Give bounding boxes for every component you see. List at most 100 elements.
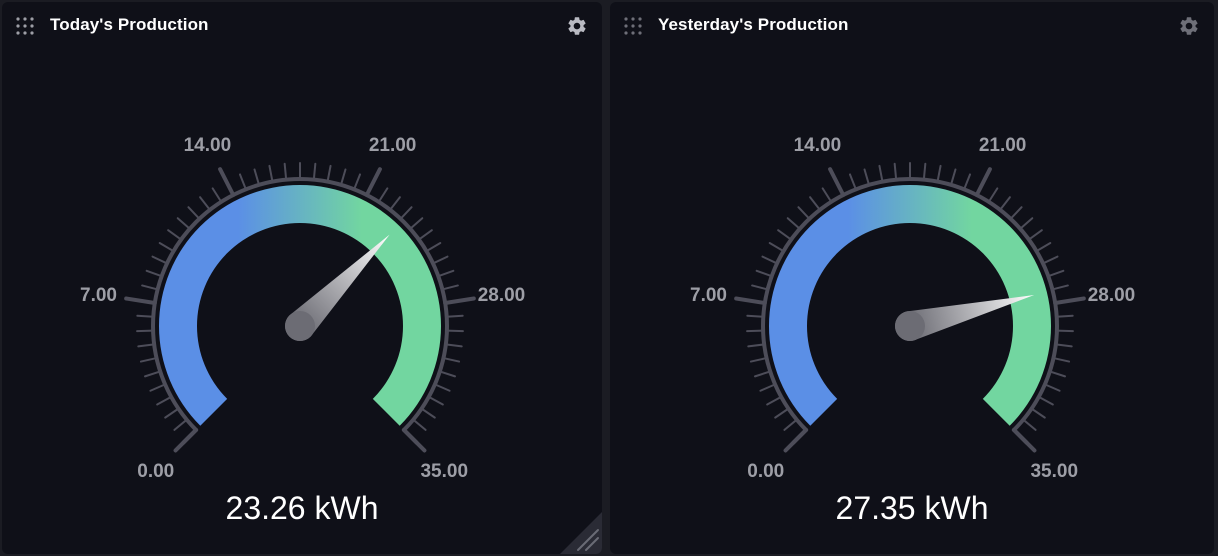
gauge-minor-tick <box>417 229 433 241</box>
gauge-scale-label: 0.00 <box>747 461 784 482</box>
gauge-minor-tick <box>848 173 857 191</box>
gauge-minor-tick <box>176 217 191 230</box>
gauge-minor-tick <box>936 164 942 183</box>
gauge-value: 23.26 kWh <box>225 490 379 526</box>
gauge-minor-tick <box>766 395 783 406</box>
gauge-minor-tick <box>187 206 201 220</box>
gauge-minor-tick <box>1027 229 1043 241</box>
gauge-minor-tick <box>821 187 833 203</box>
gauge-major-tick <box>124 296 157 306</box>
gauge: 0.00 7.00 14.00 21.00 28.00 35.00 <box>690 135 1136 482</box>
gauge-minor-tick <box>753 370 772 378</box>
gauge-minor-tick <box>151 255 168 265</box>
gauge-minor-tick <box>1051 284 1069 291</box>
gauge-scale-label: 28.00 <box>1088 285 1136 306</box>
gauge-scale-label: 21.00 <box>369 135 417 156</box>
gauge-minor-tick <box>1035 242 1052 253</box>
gauge-minor-tick <box>987 187 999 203</box>
gauge-minor-tick <box>158 242 175 253</box>
gauge-scale-label: 7.00 <box>690 285 727 306</box>
gauge-scale-label: 28.00 <box>478 285 526 306</box>
gauge-minor-tick <box>199 196 211 211</box>
gauge-minor-tick <box>156 395 173 406</box>
gauge-minor-tick <box>427 395 444 406</box>
gauge: 0.00 7.00 14.00 21.00 28.00 35.00 <box>80 135 526 482</box>
gauge-major-tick <box>974 167 992 198</box>
gauge-minor-tick <box>173 418 188 431</box>
gauge-minor-tick <box>145 269 163 278</box>
gauge-minor-tick <box>412 418 427 431</box>
gauge-minor-tick <box>751 284 769 291</box>
gauge-minor-tick <box>1043 383 1061 392</box>
gauge-scale-label: 7.00 <box>80 285 117 306</box>
gauge-minor-tick <box>768 242 785 253</box>
gauge-minor-tick <box>1042 255 1059 265</box>
gauge-scale-label: 14.00 <box>184 135 232 156</box>
gauge-minor-tick <box>432 255 449 265</box>
gauge-major-tick <box>364 167 382 198</box>
gauge-minor-tick <box>389 196 401 211</box>
gauge-minor-tick <box>238 173 247 191</box>
gauge-minor-tick <box>1054 343 1073 348</box>
gauge-minor-tick <box>399 206 413 220</box>
gauge-minor-tick <box>1048 370 1067 378</box>
resize-handle-icon[interactable] <box>556 508 602 554</box>
gauge-minor-tick <box>1030 407 1046 419</box>
gauge-minor-tick <box>761 255 778 265</box>
gauge-minor-tick <box>878 164 884 183</box>
panel-todays-production: Today's Production 0.00 7.00 14.00 21.00 28.… <box>2 2 602 554</box>
gauge-end-tick <box>1011 427 1029 445</box>
gauge-minor-tick <box>746 314 765 318</box>
gauge-minor-tick <box>441 284 459 291</box>
gauge-minor-tick <box>1019 217 1034 230</box>
gauge-minor-tick <box>1047 269 1065 278</box>
gauge-minor-tick <box>283 162 288 181</box>
gauge-end-tick <box>791 427 809 445</box>
gauge-minor-tick <box>312 162 317 181</box>
gauge-minor-tick <box>759 383 777 392</box>
gauge-minor-tick <box>139 357 158 363</box>
gauge-major-tick <box>734 296 767 306</box>
gauge-minor-tick <box>433 383 451 392</box>
gauge-major-tick <box>443 296 476 306</box>
gauge-scale-label: 21.00 <box>979 135 1027 156</box>
gauge-minor-tick <box>1052 357 1071 363</box>
gauge-major-tick <box>1053 296 1086 306</box>
gauge-minor-tick <box>963 173 972 191</box>
gauge-band <box>769 184 1051 426</box>
gauge-minor-tick <box>137 343 156 348</box>
gauge-value: 27.35 kWh <box>835 490 989 526</box>
gauge-minor-tick <box>777 229 793 241</box>
gauge-scale-label: 0.00 <box>137 461 174 482</box>
gauge-minor-tick <box>353 173 362 191</box>
gauge-minor-tick <box>164 407 180 419</box>
gauge-minor-tick <box>445 314 464 318</box>
panel-yesterdays-production: Yesterday's Production 0.00 7.00 14.00 21.0… <box>610 2 1214 554</box>
gauge-minor-tick <box>1037 395 1054 406</box>
gauge-minor-tick <box>774 407 790 419</box>
gauge-minor-tick <box>749 357 768 363</box>
gauge-minor-tick <box>211 187 223 203</box>
gauge-minor-tick <box>141 284 159 291</box>
gauge-minor-tick <box>786 217 801 230</box>
gauge-minor-tick <box>377 187 389 203</box>
gauge-minor-tick <box>437 269 455 278</box>
gauge-minor-tick <box>755 269 773 278</box>
gauge-minor-tick <box>444 343 463 348</box>
gauge-minor-tick <box>136 314 155 318</box>
gauge-minor-tick <box>922 162 927 181</box>
gauge-end-tick <box>401 427 419 445</box>
gauge-scale-label: 35.00 <box>1030 461 1078 482</box>
gauge-minor-tick <box>409 217 424 230</box>
gauge-minor-tick <box>420 407 436 419</box>
gauge-minor-tick <box>425 242 442 253</box>
gauge-minor-tick <box>1055 314 1074 318</box>
gauge-minor-tick <box>863 168 870 186</box>
gauge-minor-tick <box>950 168 957 186</box>
gauge-major-tick <box>218 167 236 198</box>
gauge-minor-tick <box>783 418 798 431</box>
gauge-minor-tick <box>149 383 167 392</box>
gauge-minor-tick <box>438 370 457 378</box>
gauge-minor-tick <box>809 196 821 211</box>
gauge-minor-tick <box>442 357 461 363</box>
